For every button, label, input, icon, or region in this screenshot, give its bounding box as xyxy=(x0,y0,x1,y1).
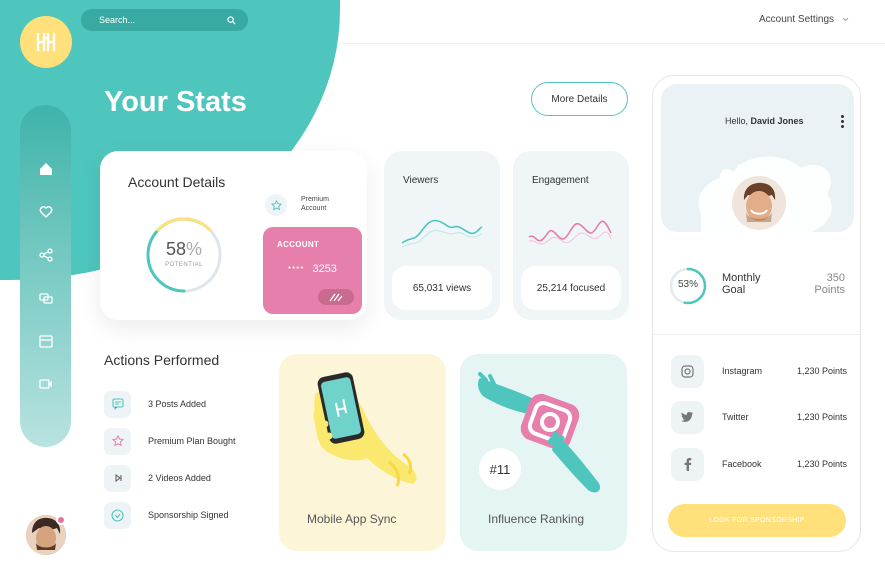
engagement-title: Engagement xyxy=(532,175,589,186)
actions-title: Actions Performed xyxy=(104,352,220,368)
social-name: Twitter xyxy=(722,412,749,422)
social-row-twitter[interactable]: Twitter 1,230 Points xyxy=(671,400,847,434)
calendar-icon[interactable] xyxy=(34,329,58,353)
greeting-text: Hello, xyxy=(725,116,749,126)
social-row-instagram[interactable]: Instagram 1,230 Points xyxy=(671,354,847,388)
greeting: Hello, David Jones xyxy=(725,116,804,126)
potential-readout: 58% POTENTIAL xyxy=(144,239,224,268)
phone-hand-illustration xyxy=(313,372,417,487)
heart-icon[interactable] xyxy=(34,200,58,224)
social-row-facebook[interactable]: Facebook 1,230 Points xyxy=(671,447,847,481)
check-icon xyxy=(104,501,131,529)
account-details-card: Account Details 58% POTENTIAL Premium Ac… xyxy=(100,151,367,320)
goal-label-line2: Goal xyxy=(722,284,746,296)
profile-panel: Hello, David Jones 53% Monthly Goal 350 Po… xyxy=(652,75,861,552)
user-name: David Jones xyxy=(750,116,804,126)
engagement-sparkline xyxy=(528,220,612,245)
profile-face-icon xyxy=(732,176,786,230)
instagram-icon xyxy=(671,354,704,388)
goal-points-unit: Points xyxy=(814,284,845,296)
more-details-button[interactable]: More Details xyxy=(531,82,628,116)
play-icon xyxy=(104,464,131,492)
twitter-icon xyxy=(671,400,704,434)
engagement-value: 25,214 focused xyxy=(521,266,621,310)
page-title: Your Stats xyxy=(104,86,247,118)
search-input[interactable]: Search... xyxy=(99,15,227,25)
social-name: Facebook xyxy=(722,459,762,469)
mobile-app-sync-card[interactable]: Mobile App Sync xyxy=(279,354,446,551)
goal-label-line1: Monthly xyxy=(722,272,761,284)
action-item[interactable]: Premium Plan Bought xyxy=(104,427,236,455)
social-points: 1,230 Points xyxy=(796,412,847,422)
action-item[interactable]: 3 Posts Added xyxy=(104,390,206,418)
look-for-sponsorship-button[interactable]: LOOK FOR SPONSORSHIP xyxy=(668,504,846,537)
viewers-card: Viewers 65,031 views xyxy=(384,151,500,320)
notification-dot xyxy=(56,515,66,525)
action-label: 3 Posts Added xyxy=(148,399,207,409)
premium-account-label: Premium Account xyxy=(301,196,330,212)
viewers-title: Viewers xyxy=(403,175,439,186)
rank-badge: #11 xyxy=(479,448,521,490)
account-settings-menu[interactable]: Account Settings xyxy=(759,14,849,25)
premium-badge-icon xyxy=(265,194,287,216)
app-logo[interactable] xyxy=(20,16,72,68)
monthly-goal-label: Monthly Goal xyxy=(722,272,761,296)
message-icon xyxy=(104,390,131,418)
influence-ranking-title: Influence Ranking xyxy=(488,512,585,526)
profile-avatar[interactable] xyxy=(728,172,790,234)
social-name: Instagram xyxy=(722,366,763,376)
chevron-down-icon xyxy=(842,17,849,22)
account-card[interactable]: ACCOUNT **** 3253 xyxy=(263,227,362,314)
facebook-icon xyxy=(671,447,704,481)
video-icon[interactable] xyxy=(34,372,58,396)
share-icon[interactable] xyxy=(34,243,58,267)
logo-icon xyxy=(36,33,56,51)
account-settings-label: Account Settings xyxy=(759,14,835,25)
potential-unit: % xyxy=(186,239,203,259)
goal-points-value: 350 xyxy=(826,272,845,284)
home-icon[interactable] xyxy=(34,157,58,181)
goal-percent-readout: 53% xyxy=(668,279,708,290)
card-mask: **** xyxy=(288,265,305,274)
potential-value: 58 xyxy=(165,239,186,259)
search-icon[interactable] xyxy=(227,15,236,25)
more-options-icon[interactable] xyxy=(841,115,844,130)
action-label: Sponsorship Signed xyxy=(148,510,229,520)
action-label: 2 Videos Added xyxy=(148,473,211,483)
goal-percent: 53 xyxy=(677,279,690,290)
social-points: 1,230 Points xyxy=(796,459,847,469)
star-icon xyxy=(104,427,131,455)
profile-divider xyxy=(653,334,860,335)
influence-ranking-card[interactable]: #11 Influence Ranking xyxy=(460,354,627,551)
viewers-sparkline xyxy=(401,219,483,248)
potential-highlight-arc xyxy=(156,217,212,232)
card-stripes-icon xyxy=(329,293,343,301)
action-label: Premium Plan Bought xyxy=(148,436,236,446)
goal-points: 350 Points xyxy=(803,272,845,296)
card-last-digits: 3253 xyxy=(312,263,337,275)
sidebar-nav xyxy=(20,105,71,447)
viewers-value: 65,031 views xyxy=(392,266,492,310)
engagement-card: Engagement 25,214 focused xyxy=(513,151,629,320)
header-divider xyxy=(340,43,885,44)
account-card-number: **** 3253 xyxy=(288,263,337,275)
card-action-button[interactable] xyxy=(318,289,354,305)
action-item[interactable]: 2 Videos Added xyxy=(104,464,211,492)
mobile-app-sync-title: Mobile App Sync xyxy=(307,512,397,526)
account-details-title: Account Details xyxy=(128,174,226,190)
search-bar[interactable]: Search... xyxy=(81,9,248,31)
account-card-label: ACCOUNT xyxy=(277,240,320,249)
action-item[interactable]: Sponsorship Signed xyxy=(104,501,229,529)
chat-icon[interactable] xyxy=(34,286,58,310)
potential-label: POTENTIAL xyxy=(165,262,203,268)
goal-unit: % xyxy=(689,279,699,290)
social-points: 1,230 Points xyxy=(796,366,847,376)
